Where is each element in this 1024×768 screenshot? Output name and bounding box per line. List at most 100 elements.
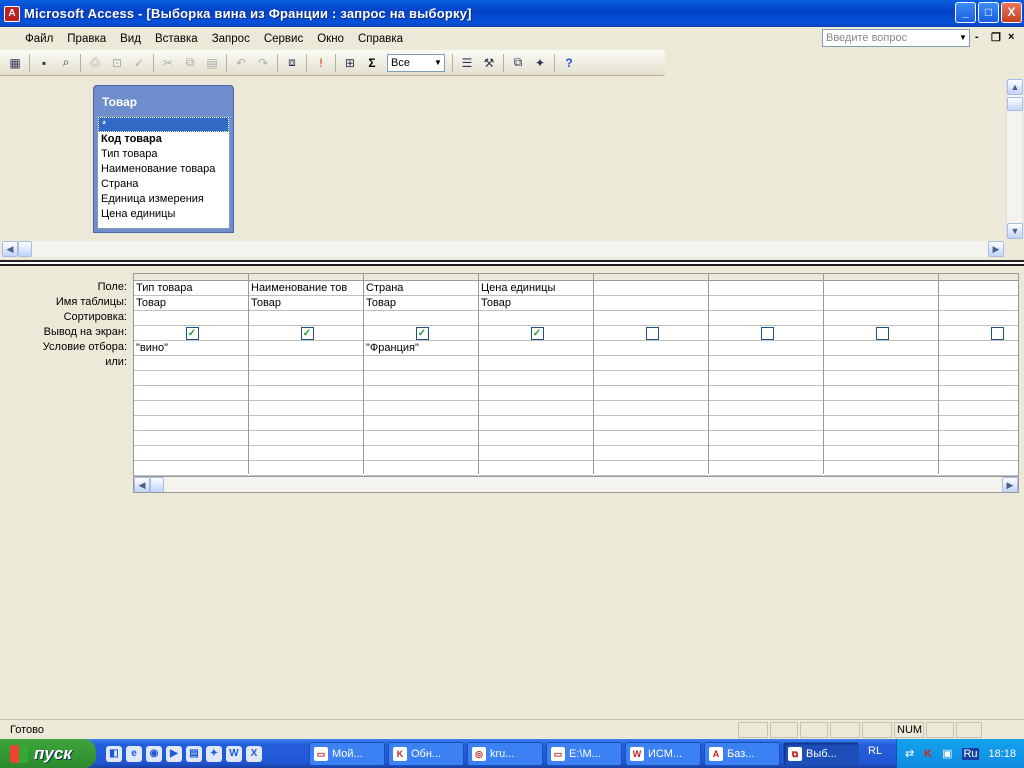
grid-cell-field[interactable] [709, 281, 823, 296]
grid-cell-table[interactable]: Товар [364, 296, 478, 311]
show-checkbox[interactable] [760, 327, 774, 340]
print-icon[interactable]: ⎙ [84, 53, 106, 73]
ie-icon[interactable]: e [126, 745, 142, 762]
grid-cell-or[interactable] [249, 401, 363, 416]
field-list-title[interactable]: Товар [94, 86, 233, 114]
column-selector[interactable] [594, 274, 708, 281]
grid-column[interactable]: Наименование тов Товар ✓ [249, 274, 364, 491]
grid-column[interactable] [824, 274, 939, 491]
grid-cell-field[interactable]: Цена единицы [479, 281, 593, 296]
grid-cell-table[interactable]: Товар [249, 296, 363, 311]
undo-icon[interactable]: ↶ [230, 53, 252, 73]
scroll-down-icon[interactable]: ▼ [1007, 223, 1023, 239]
grid-column[interactable]: Цена единицы Товар ✓ [479, 274, 594, 491]
grid-cell-or[interactable] [479, 416, 593, 431]
grid-cell-or[interactable] [364, 401, 478, 416]
scroll-left-icon[interactable]: ◀ [134, 477, 150, 492]
grid-cell-or[interactable] [249, 416, 363, 431]
properties-icon[interactable]: ☰ [456, 53, 478, 73]
grid-cell-or[interactable] [134, 356, 248, 371]
help-icon[interactable]: ? [558, 53, 580, 73]
file-search-icon[interactable]: ⌕ [55, 53, 77, 73]
restore-button[interactable]: □ [978, 2, 999, 23]
spelling-icon[interactable]: ✓ [128, 53, 150, 73]
column-selector[interactable] [479, 274, 593, 281]
field-edinica[interactable]: Единица измерения [98, 192, 229, 207]
grid-cell-sort[interactable] [134, 311, 248, 326]
grid-column[interactable] [594, 274, 709, 491]
menu-edit[interactable]: Правка [60, 33, 113, 45]
network-icon[interactable]: ⇄ [905, 747, 914, 760]
paste-icon[interactable]: ▤ [201, 53, 223, 73]
grid-cell-or[interactable] [939, 356, 1018, 371]
menu-insert[interactable]: Вставка [148, 33, 205, 45]
new-object-icon[interactable]: ✦ [529, 53, 551, 73]
grid-cell-or[interactable] [594, 416, 708, 431]
menu-file[interactable]: Файл [18, 33, 60, 45]
grid-column[interactable]: Страна Товар ✓ "Франция" [364, 274, 479, 491]
grid-cell-or[interactable] [479, 356, 593, 371]
grid-cell-or[interactable] [709, 431, 823, 446]
menu-query[interactable]: Запрос [205, 33, 257, 45]
field-list-tovar[interactable]: Товар * Код товара Тип товара Наименован… [93, 85, 234, 233]
notepad-icon[interactable]: ▤ [186, 745, 202, 762]
grid-cell-or[interactable] [134, 461, 248, 476]
grid-cell-or[interactable] [709, 446, 823, 461]
grid-cell-or[interactable] [824, 371, 938, 386]
grid-cell-or[interactable] [824, 461, 938, 476]
query-type-icon[interactable]: ⧈ [281, 53, 303, 73]
task-ism[interactable]: W ИСМ... [625, 741, 701, 766]
grid-cell-or[interactable] [939, 371, 1018, 386]
grid-cell-or[interactable] [249, 371, 363, 386]
show-desktop-icon[interactable]: ◧ [106, 745, 122, 762]
doc-close-icon[interactable]: × [1008, 31, 1014, 43]
grid-cell-criteria[interactable] [249, 341, 363, 356]
grid-cell-or[interactable] [709, 416, 823, 431]
run-icon[interactable]: ! [310, 53, 332, 73]
menu-view[interactable]: Вид [113, 33, 148, 45]
grid-cell-field[interactable]: Тип товара [134, 281, 248, 296]
monitor-icon[interactable]: ▣ [942, 747, 952, 760]
app-icon[interactable]: ✦ [206, 745, 222, 762]
column-selector[interactable] [249, 274, 363, 281]
grid-cell-sort[interactable] [364, 311, 478, 326]
grid-cell-or[interactable] [479, 386, 593, 401]
grid-cell-or[interactable] [709, 401, 823, 416]
scroll-right-icon[interactable]: ▶ [1002, 477, 1018, 492]
grid-cell-or[interactable] [594, 371, 708, 386]
grid-cell-or[interactable] [249, 461, 363, 476]
grid-cell-or[interactable] [594, 401, 708, 416]
grid-cell-or[interactable] [134, 401, 248, 416]
task-database[interactable]: A Баз... [704, 741, 780, 766]
grid-cell-or[interactable] [479, 371, 593, 386]
grid-cell-or[interactable] [364, 371, 478, 386]
grid-cell-or[interactable] [709, 386, 823, 401]
keyboard-language[interactable]: Ru [962, 747, 979, 760]
grid-cell-sort[interactable] [709, 311, 823, 326]
grid-cell-table[interactable] [824, 296, 938, 311]
grid-cell-or[interactable] [594, 386, 708, 401]
language-bar[interactable]: RL [868, 745, 882, 757]
grid-column[interactable] [939, 274, 1018, 491]
grid-cell-or[interactable] [479, 446, 593, 461]
show-checkbox[interactable]: ✓ [415, 327, 429, 340]
grid-cell-or[interactable] [134, 416, 248, 431]
doc-restore-icon[interactable]: ❐ [991, 31, 1001, 44]
chevron-down-icon[interactable]: ▼ [432, 54, 444, 71]
grid-cell-or[interactable] [939, 401, 1018, 416]
grid-cell-criteria[interactable] [709, 341, 823, 356]
grid-cell-or[interactable] [709, 371, 823, 386]
close-button[interactable]: X [1001, 2, 1022, 23]
start-button[interactable]: пуск [0, 739, 96, 768]
field-kod-tovara[interactable]: Код товара [98, 132, 229, 147]
menu-help[interactable]: Справка [351, 33, 410, 45]
print-preview-icon[interactable]: ⊡ [106, 53, 128, 73]
show-table-icon[interactable]: ⊞ [339, 53, 361, 73]
grid-cell-or[interactable] [824, 386, 938, 401]
grid-cell-or[interactable] [594, 356, 708, 371]
grid-cell-or[interactable] [824, 356, 938, 371]
grid-cell-or[interactable] [479, 461, 593, 476]
field-naimenovanie[interactable]: Наименование товара [98, 162, 229, 177]
field-all[interactable]: * [98, 117, 229, 132]
grid-column[interactable]: Тип товара Товар ✓ "вино" [134, 274, 249, 491]
